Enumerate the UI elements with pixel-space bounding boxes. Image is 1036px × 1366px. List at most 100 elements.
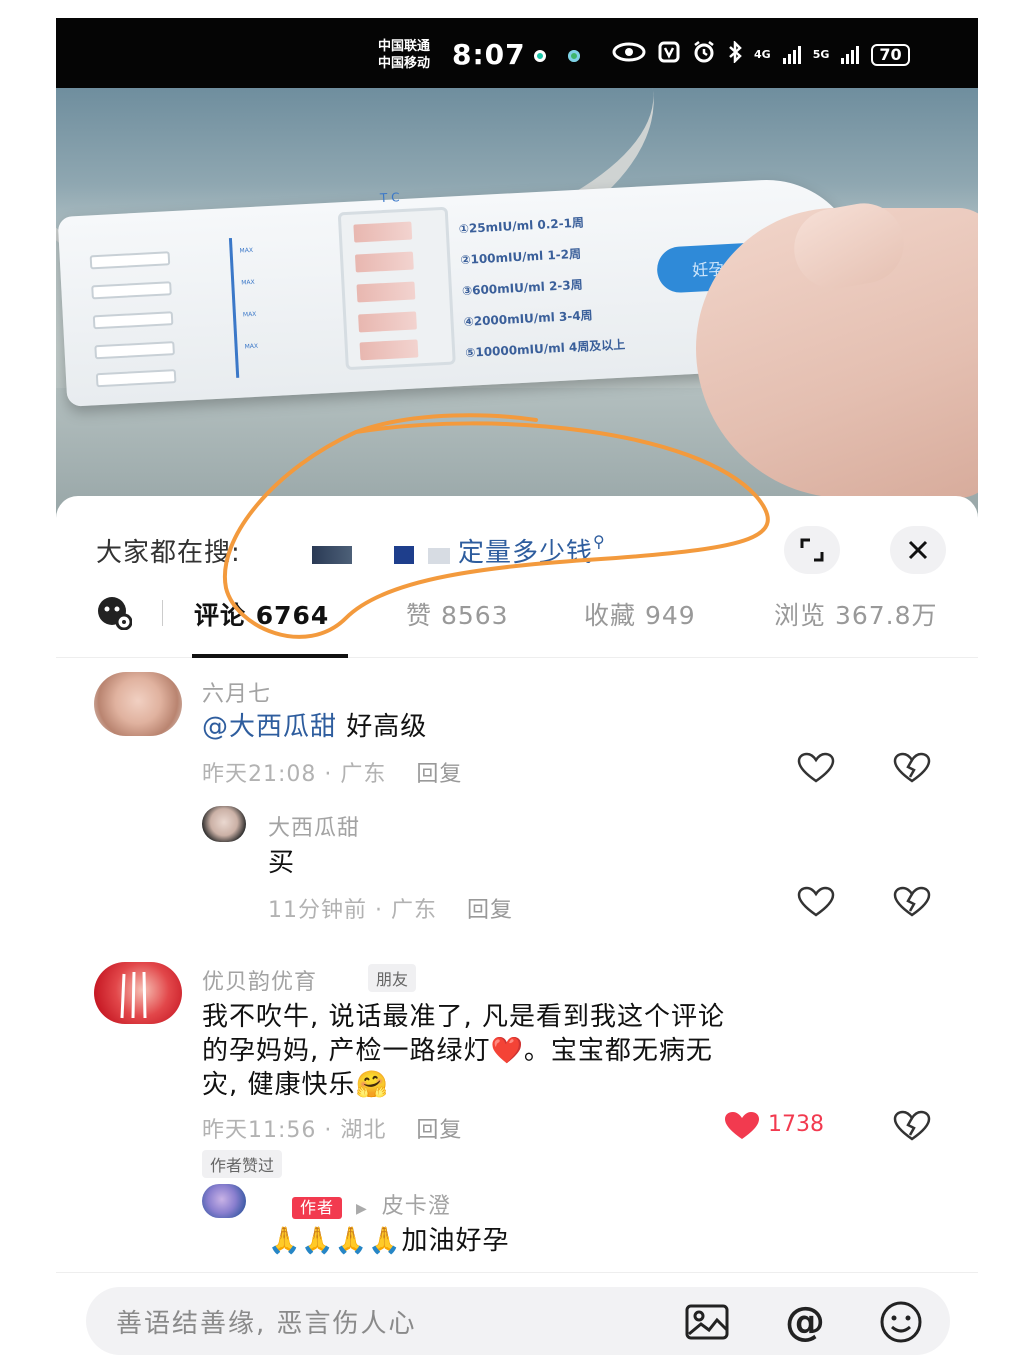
- comment-tabs: 评论 6764 赞 8563 收藏 949 浏览 367.8万: [56, 584, 978, 658]
- network-4g-label: 4G: [754, 47, 771, 61]
- dislike-button[interactable]: [892, 1108, 932, 1144]
- network-5g-label: 5G: [812, 47, 830, 61]
- close-icon: [908, 540, 928, 560]
- broken-heart-icon: [893, 1110, 931, 1141]
- heart-icon: [797, 752, 835, 783]
- search-label: 大家都在搜:: [96, 538, 241, 568]
- comment-location: 广东: [340, 762, 387, 787]
- search-suggestion-text: 定量多少钱: [458, 538, 594, 568]
- tab-views[interactable]: 浏览 367.8万: [774, 596, 938, 632]
- test-slot: [95, 369, 177, 388]
- blurred-text: [428, 548, 450, 564]
- reply-header: 作者 ▶ 皮卡澄: [292, 1188, 451, 1220]
- eye-comfort-icon: [612, 42, 646, 67]
- test-strip: [358, 311, 417, 333]
- alarm-icon: [692, 40, 716, 69]
- like-button[interactable]: [796, 884, 836, 920]
- test-strip: [353, 221, 413, 243]
- comment-time: 昨天11:56: [202, 1118, 317, 1143]
- image-button[interactable]: [684, 1299, 730, 1345]
- reply-target-user[interactable]: 皮卡澄: [382, 1194, 451, 1219]
- test-slot: [91, 281, 172, 300]
- reply-text: 买: [268, 848, 296, 878]
- comment-text: 我不吹牛, 说话最准了, 凡是看到我这个评论 的孕妈妈, 产检一路绿灯❤️。宝宝…: [202, 1000, 942, 1102]
- emoji-chat-icon[interactable]: [96, 596, 133, 631]
- reply-button[interactable]: 回复: [416, 762, 462, 787]
- status-bar: 中国联通 中国移动 8:07 4G 5G 70: [56, 18, 978, 88]
- reply-time: 11分钟前: [268, 898, 367, 923]
- test-strip: [359, 339, 419, 361]
- like-count: 1738: [768, 1112, 824, 1137]
- comment-author[interactable]: 六月七: [202, 676, 271, 708]
- reply-author[interactable]: 大西瓜甜: [268, 810, 360, 842]
- reply-button[interactable]: 回复: [416, 1118, 462, 1143]
- heart-icon: [797, 886, 835, 917]
- carrier-labels: 中国联通 中国移动: [378, 38, 430, 72]
- mention-button[interactable]: @: [782, 1299, 828, 1345]
- comment-input[interactable]: 善语结善缘, 恶言伤人心 @: [86, 1287, 950, 1355]
- avatar[interactable]: [94, 962, 182, 1024]
- avatar[interactable]: [94, 672, 182, 736]
- clock: 8:07: [452, 38, 526, 71]
- reply-meta: 11分钟前 · 广东 回复: [268, 898, 514, 923]
- tab-likes[interactable]: 赞 8563: [406, 596, 509, 632]
- tc-marker: T C: [379, 190, 400, 206]
- status-icons: 4G 5G 70: [612, 39, 910, 69]
- max-label: MAX: [239, 246, 254, 255]
- test-slot: [89, 251, 171, 270]
- nfc-icon: [658, 41, 680, 68]
- max-label: MAX: [244, 342, 259, 351]
- broken-heart-icon: [893, 886, 931, 917]
- play-arrow-icon: ▶: [356, 1201, 368, 1217]
- search-icon: ⚲: [593, 532, 606, 551]
- max-label: MAX: [242, 310, 257, 319]
- max-label: MAX: [241, 278, 255, 287]
- comment-time: 昨天21:08: [202, 762, 317, 787]
- broken-heart-icon: [893, 752, 931, 783]
- tab-favorites[interactable]: 收藏 949: [584, 596, 696, 632]
- reply-avatar[interactable]: [202, 806, 246, 842]
- avatar-test-strips-icon: [120, 971, 147, 1019]
- dislike-button[interactable]: [892, 884, 932, 920]
- dislike-button[interactable]: [892, 750, 932, 786]
- active-tab-indicator: [192, 654, 348, 658]
- like-button-active[interactable]: [722, 1108, 762, 1144]
- close-button[interactable]: [890, 526, 946, 574]
- expand-icon: [800, 538, 824, 562]
- result-window: T C: [337, 190, 456, 371]
- comment-author[interactable]: 优贝韵优育: [202, 964, 317, 996]
- app-notification-icon: [534, 50, 546, 62]
- tab-divider: [162, 600, 163, 626]
- emoji-button[interactable]: [878, 1299, 924, 1345]
- blurred-text: [312, 546, 352, 564]
- at-icon: @: [785, 1299, 825, 1345]
- bluetooth-icon: [728, 39, 742, 68]
- app-notification-icon-2: [568, 50, 580, 62]
- post-photo[interactable]: MAX MAX MAX MAX T C ①25mIU/ml 0.2-1周 ②10…: [56, 88, 978, 518]
- comment-location: 湖北: [340, 1118, 387, 1143]
- reply-avatar[interactable]: [202, 1184, 246, 1218]
- strip-labels: ①25mIU/ml 0.2-1周 ②100mIU/ml 1-2周 ③600mIU…: [458, 206, 626, 369]
- blurred-text: [394, 546, 414, 564]
- test-slot: [92, 311, 174, 330]
- comment-meta: 昨天11:56 · 湖北 回复: [202, 1118, 463, 1143]
- reply-location: 广东: [390, 898, 437, 923]
- like-button[interactable]: [796, 750, 836, 786]
- reply-text: 🙏🙏🙏🙏加油好孕: [268, 1226, 510, 1256]
- search-suggestion-link[interactable]: 定量多少钱⚲: [458, 532, 606, 569]
- expand-button[interactable]: [784, 526, 840, 574]
- tab-comments[interactable]: 评论 6764: [194, 596, 329, 632]
- comment-line: 我不吹牛, 说话最准了, 凡是看到我这个评论: [202, 1002, 726, 1032]
- user-mention[interactable]: @大西瓜甜: [202, 712, 337, 742]
- heart-filled-icon: [725, 1112, 759, 1139]
- signal-bars-1-icon: [782, 45, 801, 64]
- battery-indicator: 70: [871, 43, 910, 66]
- max-line: [228, 237, 240, 378]
- author-liked-badge: 作者赞过: [202, 1150, 283, 1178]
- emoji-icon: [880, 1301, 922, 1343]
- reply-button[interactable]: 回复: [467, 898, 513, 923]
- carrier-1: 中国联通: [378, 39, 431, 54]
- friend-badge: 朋友: [368, 964, 417, 992]
- comment-input-placeholder: 善语结善缘, 恶言伤人心: [116, 1309, 417, 1339]
- test-strip: [356, 281, 416, 303]
